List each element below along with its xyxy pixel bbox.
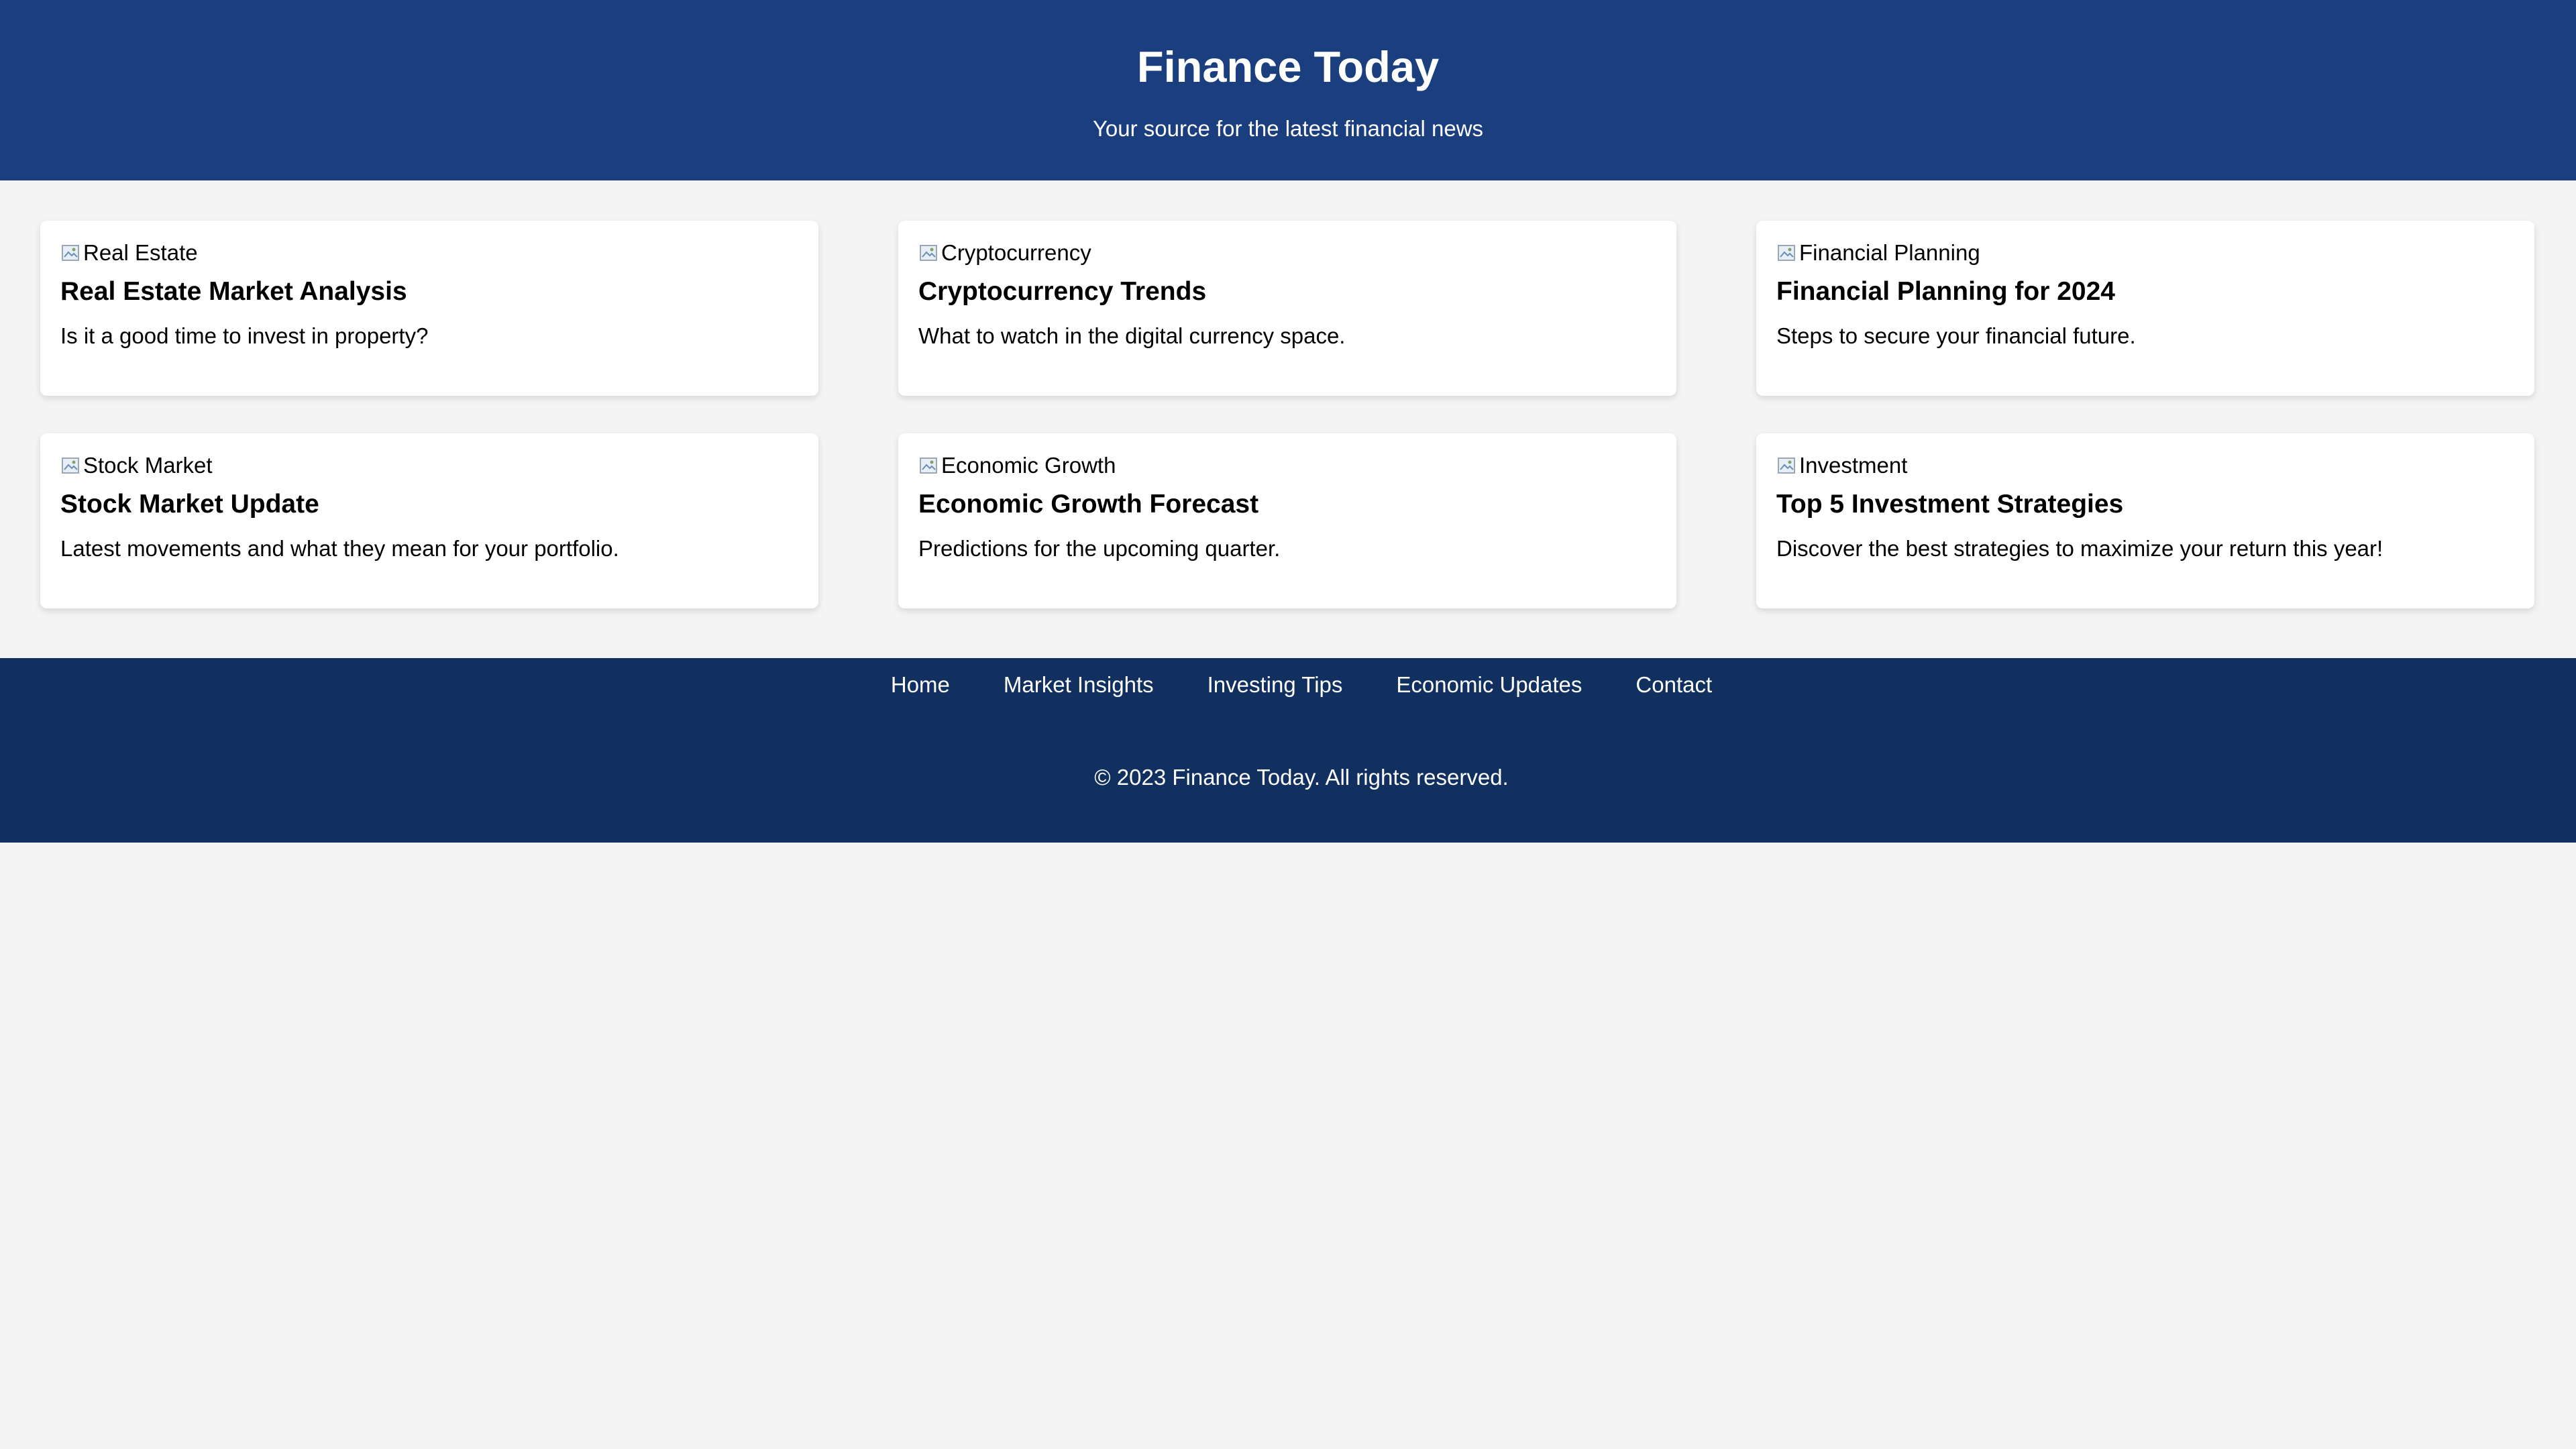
article-card-investment[interactable]: Investment Top 5 Investment Strategies D… <box>1756 433 2534 608</box>
article-image: Real Estate <box>60 239 798 266</box>
site-title: Finance Today <box>1136 42 1440 91</box>
article-card-economic-growth[interactable]: Economic Growth Economic Growth Forecast… <box>898 433 1676 608</box>
article-image-alt: Financial Planning <box>1799 240 1980 265</box>
broken-image-icon <box>60 242 82 264</box>
article-title[interactable]: Stock Market Update <box>60 488 798 521</box>
broken-image-icon <box>60 455 82 476</box>
article-summary: What to watch in the digital currency sp… <box>918 323 1346 348</box>
article-card-real-estate[interactable]: Real Estate Real Estate Market Analysis … <box>40 221 818 396</box>
article-image: Investment <box>1776 452 2514 479</box>
article-title[interactable]: Cryptocurrency Trends <box>918 276 1656 308</box>
site-header: Finance Today Your source for the latest… <box>0 0 2576 180</box>
article-title[interactable]: Top 5 Investment Strategies <box>1776 488 2514 521</box>
nav-link-investing-tips[interactable]: Investing Tips <box>1208 672 1343 698</box>
article-image-alt: Investment <box>1799 452 1908 478</box>
article-card-financial-planning[interactable]: Financial Planning Financial Planning fo… <box>1756 221 2534 396</box>
article-image: Stock Market <box>60 452 798 479</box>
article-image: Financial Planning <box>1776 239 2514 266</box>
article-image-alt: Economic Growth <box>941 452 1116 478</box>
article-image-alt: Stock Market <box>83 452 213 478</box>
article-title[interactable]: Economic Growth Forecast <box>918 488 1656 521</box>
article-title[interactable]: Real Estate Market Analysis <box>60 276 798 308</box>
article-summary: Latest movements and what they mean for … <box>60 535 619 561</box>
nav-link-economic-updates[interactable]: Economic Updates <box>1396 672 1582 698</box>
nav-link-market-insights[interactable]: Market Insights <box>1004 672 1154 698</box>
article-image-alt: Cryptocurrency <box>941 240 1091 265</box>
broken-image-icon <box>918 455 940 476</box>
site-subtitle: Your source for the latest financial new… <box>1092 116 1484 141</box>
copyright-text: © 2023 Finance Today. All rights reserve… <box>1094 765 1509 790</box>
article-summary: Predictions for the upcoming quarter. <box>918 535 1281 561</box>
article-summary: Is it a good time to invest in property? <box>60 323 429 348</box>
broken-image-icon <box>1776 455 1798 476</box>
article-card-stock-market[interactable]: Stock Market Stock Market Update Latest … <box>40 433 818 608</box>
nav-link-contact[interactable]: Contact <box>1635 672 1712 698</box>
article-grid: Real Estate Real Estate Market Analysis … <box>0 180 2576 658</box>
article-image: Cryptocurrency <box>918 239 1656 266</box>
broken-image-icon <box>918 242 940 264</box>
article-summary: Discover the best strategies to maximize… <box>1776 535 2383 561</box>
article-title[interactable]: Financial Planning for 2024 <box>1776 276 2514 308</box>
article-card-cryptocurrency[interactable]: Cryptocurrency Cryptocurrency Trends Wha… <box>898 221 1676 396</box>
broken-image-icon <box>1776 242 1798 264</box>
article-summary: Steps to secure your financial future. <box>1776 323 2136 348</box>
article-image: Economic Growth <box>918 452 1656 479</box>
nav-link-home[interactable]: Home <box>891 672 950 698</box>
footer-nav: Home Market Insights Investing Tips Econ… <box>0 672 2576 698</box>
site-footer: Home Market Insights Investing Tips Econ… <box>0 658 2576 843</box>
article-image-alt: Real Estate <box>83 240 198 265</box>
